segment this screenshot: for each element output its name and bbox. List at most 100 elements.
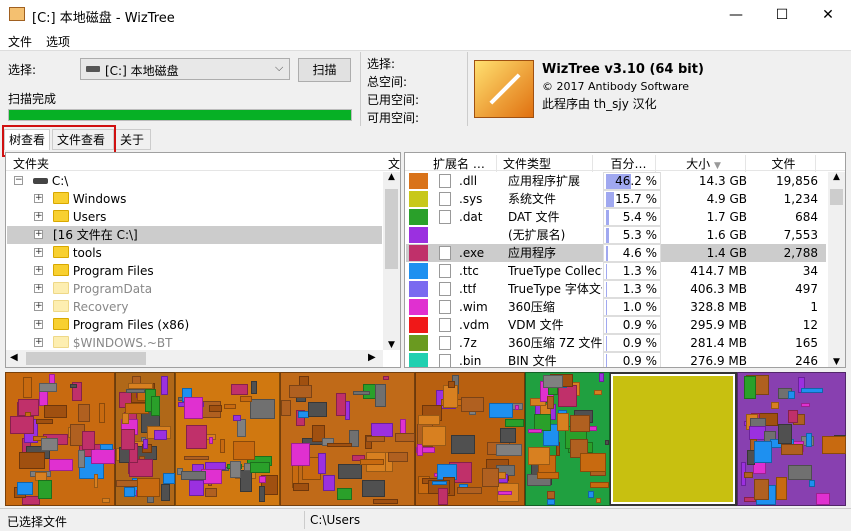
ext-size: 276.9 MB [690, 354, 747, 367]
treemap-cell [590, 482, 609, 489]
expand-icon[interactable]: − [14, 176, 23, 185]
treemap-cell [240, 395, 252, 402]
chevron-down-icon: ⌵ [275, 61, 284, 74]
scroll-thumb[interactable] [830, 189, 843, 205]
ext-vscrollbar[interactable]: ▲ ▼ [828, 172, 845, 367]
ext-size: 328.8 MB [690, 300, 747, 314]
expand-icon[interactable]: + [34, 248, 43, 257]
hscroll-thumb[interactable] [26, 352, 146, 365]
percent-bar [606, 354, 607, 367]
col-header[interactable]: 文件类型 [503, 155, 593, 172]
info-total: 总空间: [367, 75, 408, 89]
close-button[interactable]: ✕ [805, 0, 851, 30]
ext-row[interactable]: .wim 360压缩 1.0 % 328.8 MB 1 [406, 298, 826, 316]
percent-cell: 0.9 % [603, 334, 661, 352]
tree-item[interactable]: + Windows [7, 190, 382, 208]
ext-type: 360压缩 [508, 300, 555, 314]
treemap-block[interactable] [115, 372, 175, 506]
col-header[interactable]: 文件 [752, 155, 816, 172]
color-swatch [409, 173, 428, 189]
expand-icon[interactable]: + [34, 338, 43, 347]
minimize-button[interactable]: — [713, 0, 759, 30]
scroll-left-icon[interactable]: ◀ [10, 352, 18, 363]
col-extra[interactable]: 文 [388, 155, 400, 172]
maximize-button[interactable]: ☐ [759, 0, 805, 30]
color-swatch [409, 191, 428, 207]
ext-row[interactable]: .bin BIN 文件 0.9 % 276.9 MB 246 [406, 352, 826, 367]
treemap-cell [259, 485, 266, 502]
tree-item[interactable]: − C:\ [7, 172, 382, 190]
ext-row[interactable]: .ttc TrueType Collectio 1.3 % 414.7 MB 3… [406, 262, 826, 280]
ext-row[interactable]: (无扩展名) 5.3 % 1.6 GB 7,553 [406, 226, 826, 244]
expand-icon[interactable]: + [34, 230, 43, 239]
expand-icon[interactable]: + [34, 212, 43, 221]
expand-icon[interactable]: + [34, 194, 43, 203]
status-path: C:\Users [310, 513, 361, 527]
tree-item[interactable]: + tools [7, 244, 382, 262]
treemap-cell [787, 391, 796, 400]
tree-item[interactable]: + Recovery [7, 298, 382, 316]
scroll-up-icon[interactable]: ▲ [828, 172, 845, 189]
treemap-cell [801, 403, 811, 408]
treemap-cell [457, 487, 483, 494]
tree-hscrollbar[interactable]: ◀ ▶ [6, 350, 383, 367]
tree-item[interactable]: + Program Files [7, 262, 382, 280]
col-header[interactable]: 扩展名 … [433, 155, 497, 172]
treemap-cell [604, 439, 610, 445]
col-header[interactable]: 大小 ▼ [662, 155, 746, 172]
treemap-block[interactable] [611, 374, 735, 504]
tree-item[interactable]: + [16 文件在 C:\] [7, 226, 382, 244]
color-swatch [409, 227, 428, 243]
col-folder[interactable]: 文件夹 [13, 155, 49, 172]
scroll-right-icon[interactable]: ▶ [368, 352, 376, 363]
treemap-cell [125, 388, 146, 394]
treemap-block[interactable] [280, 372, 415, 506]
treemap-block[interactable] [415, 372, 525, 506]
tree-item[interactable]: + Users [7, 208, 382, 226]
menu-options[interactable]: 选项 [46, 33, 70, 50]
treemap-cell [161, 484, 171, 501]
percent-bar [606, 336, 607, 351]
ext-row[interactable]: .7z 360压缩 7Z 文件 0.9 % 281.4 MB 165 [406, 334, 826, 352]
ext-row[interactable]: .vdm VDM 文件 0.9 % 295.9 MB 12 [406, 316, 826, 334]
treemap-cell [39, 382, 58, 392]
ext-row[interactable]: .ttf TrueType 字体文件 1.3 % 406.3 MB 497 [406, 280, 826, 298]
treemap-cell [497, 490, 513, 496]
tree-item-label: Recovery [72, 300, 129, 314]
tree-vscrollbar[interactable]: ▲ ▼ [383, 172, 400, 350]
ext-row[interactable]: .exe 应用程序 4.6 % 1.4 GB 2,788 [406, 244, 826, 262]
app-icon [9, 7, 25, 21]
scroll-up-icon[interactable]: ▲ [383, 172, 400, 189]
tree-item[interactable]: + ProgramData [7, 280, 382, 298]
scan-button[interactable]: 扫描 [298, 58, 351, 82]
treemap-cell [781, 443, 803, 456]
col-header[interactable]: 百分… [602, 155, 656, 172]
treemap[interactable] [5, 372, 846, 506]
treemap-block[interactable] [737, 372, 846, 506]
treemap-block[interactable] [5, 372, 116, 506]
drive-select[interactable]: [C:] 本地磁盘 ⌵ [80, 58, 290, 80]
scroll-thumb[interactable] [385, 189, 398, 269]
scroll-down-icon[interactable]: ▼ [383, 340, 400, 350]
expand-icon[interactable]: + [34, 266, 43, 275]
info-used: 已用空间: [367, 93, 420, 107]
file-type-icon [439, 318, 451, 332]
ext-name: .7z [459, 336, 477, 350]
menu-file[interactable]: 文件 [8, 33, 32, 50]
expand-icon[interactable]: + [34, 320, 43, 329]
ext-row[interactable]: .dat DAT 文件 5.4 % 1.7 GB 684 [406, 208, 826, 226]
treemap-cell [417, 415, 441, 425]
treemap-block[interactable] [175, 372, 280, 506]
treemap-cell [580, 452, 606, 472]
ext-row[interactable]: .dll 应用程序扩展 46.2 % 14.3 GB 19,856 [406, 172, 826, 190]
tab-about[interactable]: 关于 [115, 129, 151, 150]
treemap-cell [98, 403, 106, 424]
ext-row[interactable]: .sys 系统文件 15.7 % 4.9 GB 1,234 [406, 190, 826, 208]
expand-icon[interactable]: + [34, 302, 43, 311]
treemap-block[interactable] [525, 372, 610, 506]
expand-icon[interactable]: + [34, 284, 43, 293]
scroll-down-icon[interactable]: ▼ [828, 357, 845, 367]
status-bar: 已选择文件 C:\Users [0, 508, 851, 531]
treemap-cell [587, 490, 595, 499]
tree-item[interactable]: + Program Files (x86) [7, 316, 382, 334]
